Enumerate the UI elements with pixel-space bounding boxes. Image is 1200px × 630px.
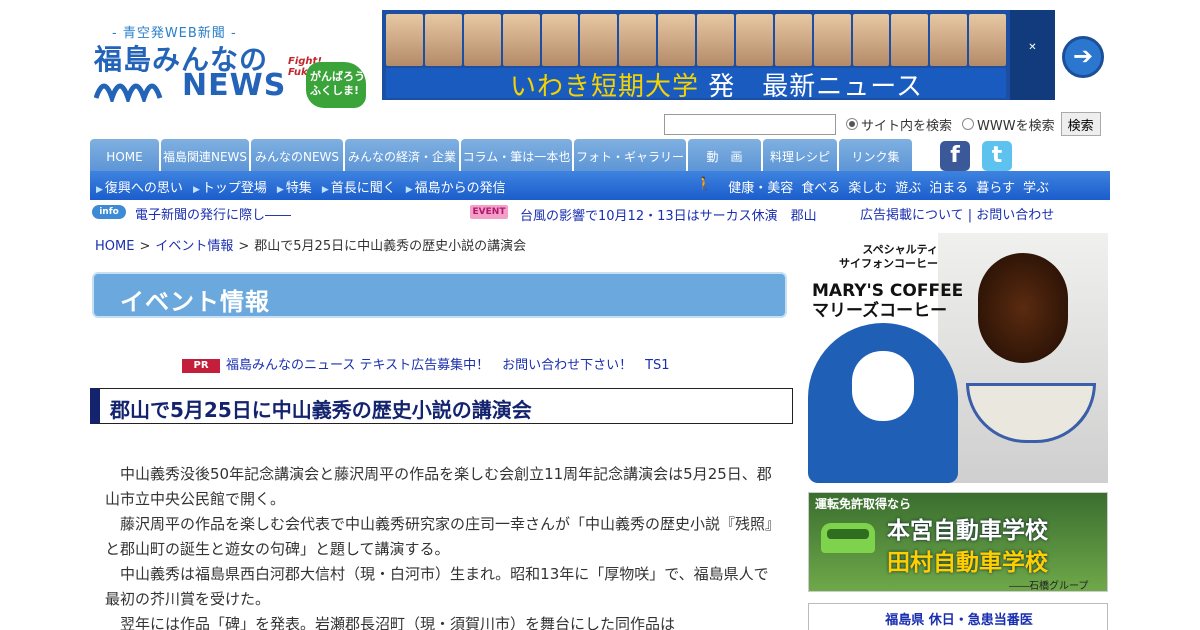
- subnav-item-learn[interactable]: 学ぶ: [1023, 177, 1049, 196]
- driving-school-ad[interactable]: 運転免許取得なら 本宮自動車学校 田村自動車学校 ――石橋グループ: [808, 492, 1108, 592]
- ad-contact-links: 広告掲載について | お問い合わせ: [860, 204, 1054, 223]
- banner-arrow-button[interactable]: ➔: [1062, 36, 1104, 78]
- ganbarou-label: がんばろう ふくしま!: [310, 70, 365, 97]
- subnav-item-feature[interactable]: 特集: [277, 177, 312, 196]
- tab-photo-gallery[interactable]: フォト・ギャラリー: [574, 139, 686, 171]
- sub-nav-right: 🚶 健康・美容 食べる 楽しむ 遊ぶ 泊まる 暮らす 学ぶ: [696, 177, 1049, 196]
- duty-doctor-title: 福島県 休日・急患当番医: [885, 613, 1033, 628]
- college-logo-icon[interactable]: ✕: [1010, 10, 1055, 100]
- facebook-icon[interactable]: f: [940, 141, 970, 171]
- tab-home[interactable]: HOME: [90, 139, 159, 171]
- driving-ad-lead: 運転免許取得なら: [815, 497, 912, 511]
- search-bar: サイト内を検索 WWWを検索 検索: [664, 112, 1101, 136]
- site-logo[interactable]: - 青空発WEB新聞 - 福島みんなの NEWS Fight! Fukushim…: [92, 18, 377, 110]
- event-badge: EVENT: [470, 205, 508, 219]
- student-photos: [386, 14, 1006, 66]
- subnav-item-fukko[interactable]: 復興への思い: [96, 177, 183, 196]
- college-banner[interactable]: いわき短期大学 発 最新ニュース: [382, 10, 1010, 100]
- ad-info-link[interactable]: 広告掲載について: [860, 208, 964, 223]
- category-header: イベント情報: [92, 272, 787, 318]
- subnav-item-stay[interactable]: 泊まる: [929, 177, 968, 196]
- article-body: 中山義秀没後50年記念講演会と藤沢周平の作品を楽しむ会創立11周年記念講演会は5…: [105, 462, 780, 630]
- event-ticker-link[interactable]: 台風の影響で10月12・13日はサーカス休演 郡山: [520, 205, 817, 224]
- tab-video[interactable]: 動 画: [688, 139, 761, 171]
- tab-column[interactable]: コラム・筆は一本也: [461, 139, 572, 171]
- subnav-item-eat[interactable]: 食べる: [801, 177, 840, 196]
- article-paragraph: 中山義秀は福島県西白河郡大信村（現・白河市）生まれ。昭和13年に「厚物咲」で、福…: [105, 565, 769, 608]
- article-title: 郡山で5月25日に中山義秀の歴史小説の講演会: [110, 398, 532, 422]
- subnav-item-play[interactable]: 遊ぶ: [895, 177, 921, 196]
- link-separator: |: [967, 208, 973, 223]
- search-button[interactable]: 検索: [1060, 112, 1101, 136]
- page: - 青空発WEB新聞 - 福島みんなの NEWS Fight! Fukushim…: [0, 0, 1200, 630]
- article-paragraph: 藤沢周平の作品を楽しむ会代表で中山義秀研究家の庄司一幸さんが「中山義秀の歴史小説…: [105, 515, 781, 558]
- coffee-mascot-icon: [808, 323, 958, 483]
- subnav-item-mayor[interactable]: 首長に聞く: [322, 177, 396, 196]
- article-paragraph: 中山義秀没後50年記念講演会と藤沢周平の作品を楽しむ会創立11周年記念講演会は5…: [105, 465, 772, 508]
- driving-school-motomiya: 本宮自動車学校: [887, 518, 1048, 544]
- main-nav: HOME 福島関連NEWS みんなのNEWS みんなの経済・企業 コラム・筆は一…: [90, 139, 912, 171]
- search-input[interactable]: [664, 113, 836, 135]
- fight-fukushima-badge: Fight! Fukushima がんばろう ふくしま!: [288, 56, 366, 108]
- coffee-ad[interactable]: スペシャルティ サイフォンコーヒー MARY'S COFFEE マリーズコーヒー: [808, 233, 1108, 483]
- tab-links[interactable]: リンク集: [839, 139, 912, 171]
- tab-economy[interactable]: みんなの経済・企業: [345, 139, 459, 171]
- twitter-icon[interactable]: t: [982, 141, 1012, 171]
- tab-minna-news[interactable]: みんなのNEWS: [251, 139, 343, 171]
- sub-nav: 復興への思い トップ登場 特集 首長に聞く 福島からの発信 🚶 健康・美容 食べ…: [90, 171, 1110, 200]
- subnav-item-top[interactable]: トップ登場: [193, 177, 267, 196]
- category-title: イベント情報: [120, 288, 270, 316]
- info-link[interactable]: 電子新聞の発行に際し――: [135, 204, 291, 223]
- breadcrumb: HOME > イベント情報 > 郡山で5月25日に中山義秀の歴史小説の講演会: [95, 239, 527, 254]
- breadcrumb-home[interactable]: HOME: [95, 239, 134, 254]
- car-icon: [821, 523, 875, 553]
- subnav-item-message[interactable]: 福島からの発信: [406, 177, 506, 196]
- subnav-item-live[interactable]: 暮らす: [976, 177, 1015, 196]
- tab-fukushima-news[interactable]: 福島関連NEWS: [161, 139, 249, 171]
- wave-logo-icon: [94, 83, 163, 102]
- article-title-box: 郡山で5月25日に中山義秀の歴史小説の講演会: [90, 388, 793, 424]
- pr-link[interactable]: 福島みんなのニュース テキスト広告募集中！ お問い合わせ下さい！ TS1: [226, 358, 670, 373]
- radio-site-label: サイト内を検索: [861, 118, 953, 134]
- breadcrumb-events[interactable]: イベント情報: [155, 239, 233, 254]
- tab-recipe[interactable]: 料理レシピ: [763, 139, 837, 171]
- subnav-item-health[interactable]: 健康・美容: [728, 177, 793, 196]
- contact-link[interactable]: お問い合わせ: [976, 208, 1054, 223]
- radio-site-search[interactable]: [846, 118, 858, 130]
- info-badge: info: [92, 205, 126, 219]
- radio-www-search[interactable]: [962, 118, 975, 130]
- coffee-ad-tagline: スペシャルティ サイフォンコーヒー: [839, 243, 938, 270]
- article-paragraph: 翌年には作品「碑」を発表。岩瀬郡長沼町（現・須賀川市）を舞台にした同作品は: [120, 615, 676, 630]
- sub-nav-left: 復興への思い トップ登場 特集 首長に聞く 福島からの発信: [96, 177, 506, 196]
- duty-doctor-box[interactable]: 福島県 休日・急患当番医: [808, 603, 1108, 630]
- pr-badge: PR: [182, 359, 220, 373]
- coffee-ad-brand: MARY'S COFFEE マリーズコーヒー: [812, 281, 964, 321]
- site-news-wordmark: NEWS: [182, 68, 287, 103]
- driving-school-tamura: 田村自動車学校: [887, 550, 1048, 576]
- subnav-item-enjoy[interactable]: 楽しむ: [848, 177, 887, 196]
- siphon-flask-icon: [978, 253, 1068, 363]
- radio-www-label: WWWを検索: [977, 118, 1055, 134]
- info-bar: info 電子新聞の発行に際し―― EVENT 台風の影響で10月12・13日は…: [90, 204, 1110, 224]
- driving-ad-group: ――石橋グループ: [1009, 581, 1089, 592]
- breadcrumb-current: 郡山で5月25日に中山義秀の歴史小説の講演会: [254, 239, 527, 254]
- pr-text-ad: PR 福島みんなのニュース テキスト広告募集中！ お問い合わせ下さい！ TS1: [182, 354, 670, 373]
- walking-person-icon: 🚶: [696, 177, 713, 192]
- banner-text: いわき短期大学 発 最新ニュース: [510, 72, 923, 100]
